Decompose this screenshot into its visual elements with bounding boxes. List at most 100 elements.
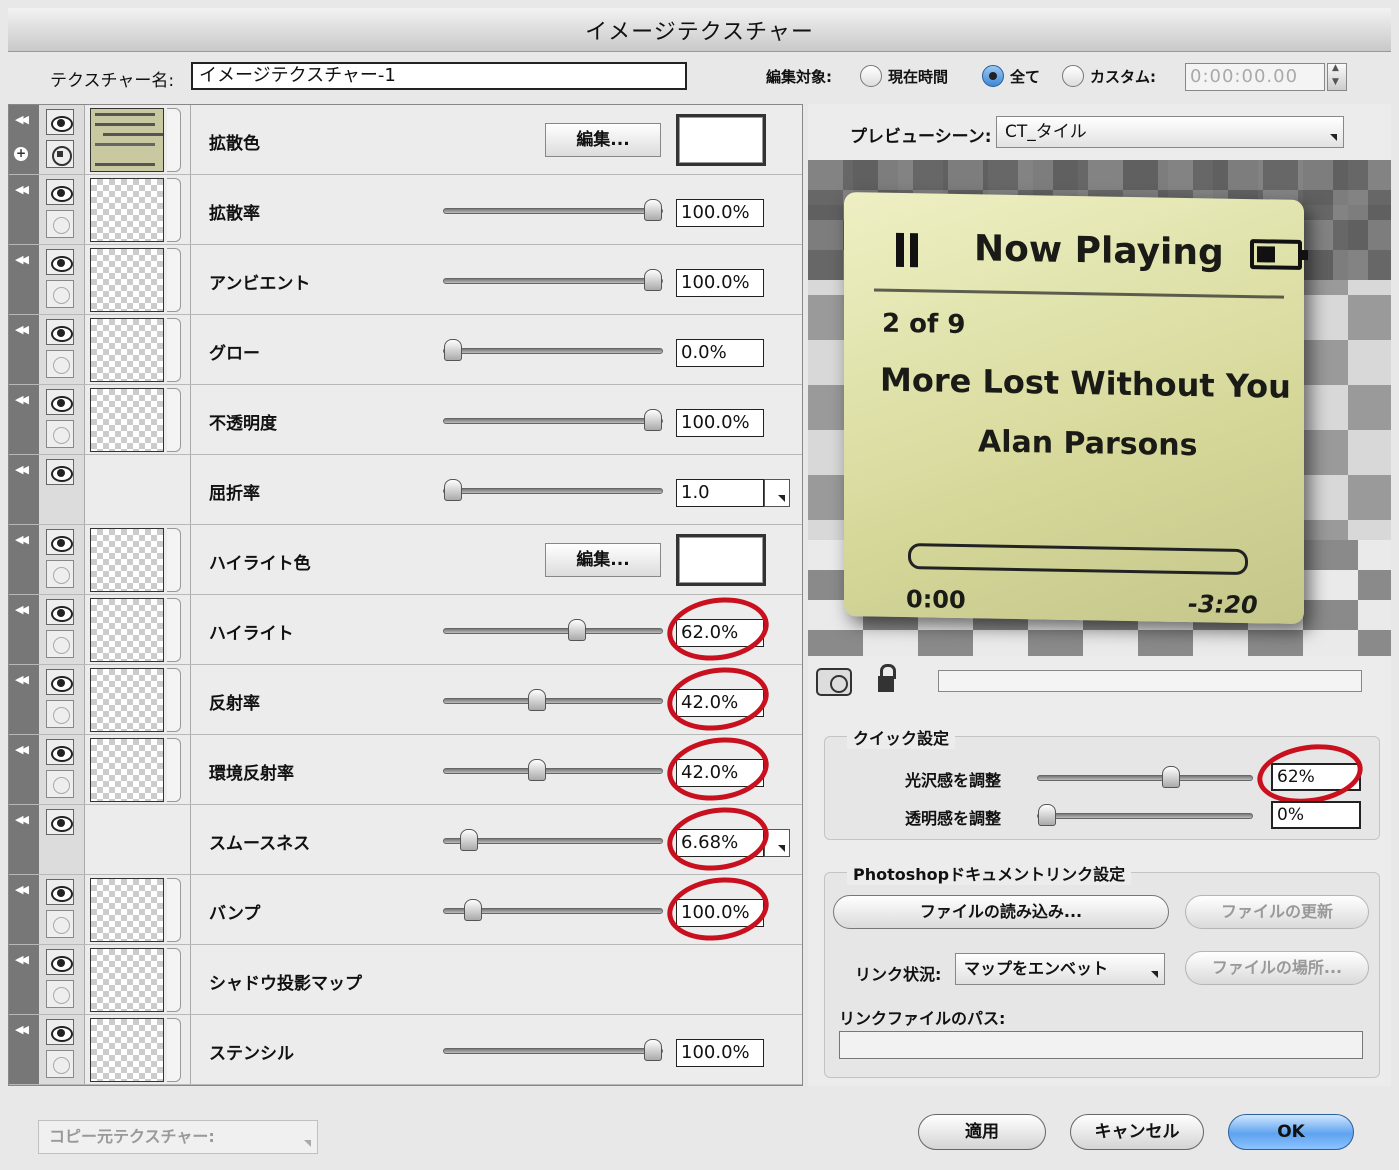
channel-slider[interactable] <box>443 759 663 781</box>
radio-current-time[interactable] <box>860 65 882 87</box>
edit-color-button[interactable]: 編集... <box>545 543 661 577</box>
channel-strip[interactable]: ◀◀ <box>9 735 39 804</box>
channel-slider[interactable] <box>443 619 663 641</box>
thumbnail-tab[interactable] <box>167 388 181 452</box>
gloss-slider-knob[interactable] <box>1162 766 1180 788</box>
eye-icon[interactable] <box>46 739 74 765</box>
channel-link-icon[interactable] <box>46 350 74 378</box>
transparency-slider-knob[interactable] <box>1038 804 1056 826</box>
eye-icon[interactable] <box>46 669 74 695</box>
thumbnail-tab[interactable] <box>167 528 181 592</box>
transparency-value[interactable]: 0% <box>1271 801 1361 829</box>
channel-value[interactable]: 0.0% <box>676 339 764 367</box>
channel-strip[interactable]: ◀◀ <box>9 175 39 244</box>
color-swatch[interactable] <box>676 534 766 586</box>
channel-slider[interactable] <box>443 1039 663 1061</box>
texture-thumbnail[interactable] <box>90 738 164 802</box>
channel-value[interactable]: 100.0% <box>676 409 764 437</box>
eye-icon[interactable] <box>46 879 74 905</box>
thumbnail-tab[interactable] <box>167 1018 181 1082</box>
texture-thumbnail[interactable] <box>90 598 164 662</box>
channel-strip[interactable]: ◀◀ <box>9 805 39 874</box>
collapse-arrow-icon[interactable]: ◀◀ <box>15 673 29 686</box>
thumbnail-tab[interactable] <box>167 668 181 732</box>
slider-knob[interactable] <box>644 409 662 431</box>
collapse-arrow-icon[interactable]: ◀◀ <box>15 603 29 616</box>
channel-link-icon[interactable] <box>46 980 74 1008</box>
channel-value[interactable]: 100.0% <box>676 1039 764 1067</box>
channel-slider[interactable] <box>443 899 663 921</box>
slider-knob[interactable] <box>464 899 482 921</box>
camera-icon[interactable] <box>816 668 852 696</box>
texture-thumbnail[interactable] <box>90 528 164 592</box>
texture-thumbnail[interactable] <box>90 178 164 242</box>
channel-slider[interactable] <box>443 829 663 851</box>
channel-strip[interactable]: ◀◀ <box>9 945 39 1014</box>
cancel-button[interactable]: キャンセル <box>1070 1114 1204 1150</box>
texture-thumbnail[interactable] <box>90 668 164 732</box>
collapse-arrow-icon[interactable]: ◀◀ <box>15 253 29 266</box>
collapse-arrow-icon[interactable]: ◀◀ <box>15 463 29 476</box>
time-stepper[interactable] <box>1327 63 1347 91</box>
thumbnail-tab[interactable] <box>167 108 181 172</box>
slider-knob[interactable] <box>460 829 478 851</box>
slider-knob[interactable] <box>444 479 462 501</box>
collapse-arrow-icon[interactable]: ◀◀ <box>15 113 29 126</box>
thumbnail-tab[interactable] <box>167 598 181 662</box>
load-file-button[interactable]: ファイルの読み込み... <box>833 895 1169 929</box>
radio-custom[interactable] <box>1062 65 1084 87</box>
channel-slider[interactable] <box>443 339 663 361</box>
thumbnail-tab[interactable] <box>167 878 181 942</box>
texture-thumbnail[interactable] <box>90 318 164 382</box>
slider-knob[interactable] <box>568 619 586 641</box>
texture-name-input[interactable]: イメージテクスチャー-1 <box>191 62 687 90</box>
collapse-arrow-icon[interactable]: ◀◀ <box>15 323 29 336</box>
locate-file-button[interactable]: ファイルの場所... <box>1185 951 1369 985</box>
channel-slider[interactable] <box>443 689 663 711</box>
thumbnail-tab[interactable] <box>167 738 181 802</box>
texture-thumbnail[interactable] <box>90 878 164 942</box>
slider-knob[interactable] <box>528 759 546 781</box>
slider-knob[interactable] <box>644 1039 662 1061</box>
channel-link-icon[interactable] <box>46 420 74 448</box>
channel-link-icon[interactable] <box>46 1050 74 1078</box>
collapse-arrow-icon[interactable]: ◀◀ <box>15 1023 29 1036</box>
channel-strip[interactable]: ◀◀ <box>9 245 39 314</box>
collapse-arrow-icon[interactable]: ◀◀ <box>15 533 29 546</box>
slider-knob[interactable] <box>644 199 662 221</box>
eye-icon[interactable] <box>46 319 74 345</box>
eye-icon[interactable] <box>46 459 74 485</box>
texture-thumbnail[interactable] <box>90 948 164 1012</box>
gloss-slider[interactable] <box>1037 766 1253 788</box>
channel-strip[interactable]: ◀◀ + <box>9 105 39 174</box>
thumbnail-tab[interactable] <box>167 248 181 312</box>
thumbnail-tab[interactable] <box>167 178 181 242</box>
eye-icon[interactable] <box>46 599 74 625</box>
transparency-slider[interactable] <box>1037 804 1253 826</box>
channel-slider[interactable] <box>443 479 663 501</box>
channel-link-icon[interactable] <box>46 630 74 658</box>
slider-knob[interactable] <box>528 689 546 711</box>
eye-icon[interactable] <box>46 179 74 205</box>
eye-icon[interactable] <box>46 949 74 975</box>
slider-knob[interactable] <box>444 339 462 361</box>
channel-slider[interactable] <box>443 409 663 431</box>
texture-thumbnail[interactable] <box>90 1018 164 1082</box>
collapse-arrow-icon[interactable]: ◀◀ <box>15 743 29 756</box>
channel-link-icon[interactable] <box>46 770 74 798</box>
channel-slider[interactable] <box>443 269 663 291</box>
channel-strip[interactable]: ◀◀ <box>9 665 39 734</box>
update-file-button[interactable]: ファイルの更新 <box>1185 895 1369 929</box>
channel-strip[interactable]: ◀◀ <box>9 315 39 384</box>
channel-strip[interactable]: ◀◀ <box>9 455 39 524</box>
texture-thumbnail[interactable] <box>90 388 164 452</box>
channel-slider[interactable] <box>443 199 663 221</box>
edit-color-button[interactable]: 編集... <box>545 123 661 157</box>
eye-icon[interactable] <box>46 809 74 835</box>
channel-link-icon[interactable] <box>46 210 74 238</box>
eye-icon[interactable] <box>46 249 74 275</box>
value-dropdown[interactable] <box>764 479 790 507</box>
eye-icon[interactable] <box>46 529 74 555</box>
ok-button[interactable]: OK <box>1228 1114 1354 1150</box>
eye-icon[interactable] <box>46 1019 74 1045</box>
